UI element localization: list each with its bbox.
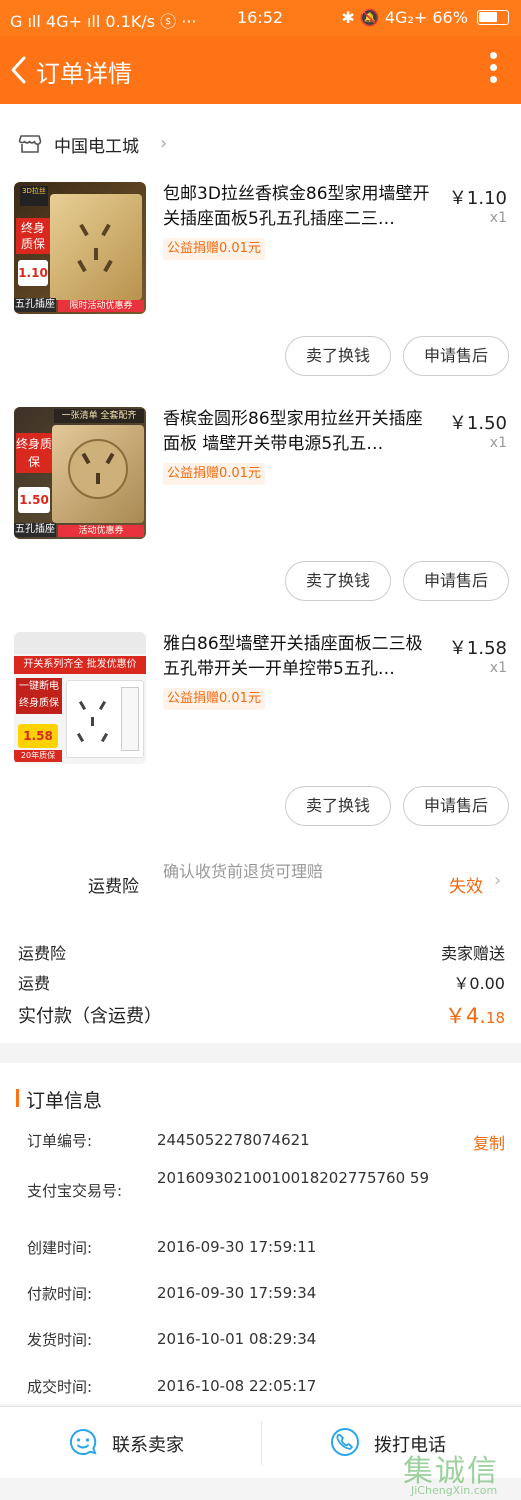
divider [261,1421,262,1465]
summary-insurance: 运费险 卖家赠送 [18,940,505,964]
shop-name: 中国电工城 [54,137,139,157]
socket-plate [52,425,144,523]
socket-plate [66,680,144,758]
coupon-tag: 20年质保 [14,750,62,762]
sell-button[interactable]: 卖了换钱 [285,561,391,601]
summary-shipping-value: ￥0.00 [453,974,505,993]
paid-time: 2016-09-30 17:59:34 [157,1284,317,1302]
order-item[interactable]: 开关系列齐全 批发优惠价 一键断电 终身质保 1.58 20年质保 雅白86型墙… [0,632,521,857]
summary-shipping: 运费 ￥0.00 [18,970,505,994]
alipay-trade-number: 20160930210010018202775760 59 [157,1169,429,1187]
order-info-label: 支付宝交易号: [27,1182,123,1200]
product-tag: 五孔插座 [14,298,56,312]
product-name[interactable]: 香槟金圆形86型家用拉丝开关插座面板 墙壁开关带电源5孔五… [163,407,439,459]
watermark-en: JiChengXin.com [411,1484,498,1497]
summary-insurance-value: 卖家赠送 [440,944,505,963]
product-image[interactable]: 3D拉丝 终身质保 1.10 五孔插座 限时活动优惠券 [14,182,146,314]
shipping-insurance-row[interactable]: 运费险 确认收货前退货可理赔 失效 › [0,856,521,912]
watermark: 集诚信 JiChengXin.com [403,1446,521,1500]
order-info-label: 发货时间: [27,1331,93,1349]
shop-icon [18,135,42,153]
status-time: 16:52 [237,8,284,27]
back-arrow-icon[interactable] [6,52,32,88]
product-name[interactable]: 包邮3D拉丝香槟金86型家用墙壁开关插座面板5孔五孔插座二三… [163,182,439,234]
badge: 终身质保 [16,218,50,254]
product-price: ￥1.50 [448,413,507,434]
switch-strip [14,632,146,654]
product-price: ￥1.58 [448,638,507,659]
total-label: 实付款（含运费） [18,1006,162,1027]
after-sales-button[interactable]: 申请售后 [403,786,509,826]
brand-tag: 3D拉丝 [20,186,48,206]
copy-button[interactable]: 复制 [473,1130,505,1154]
order-content: 中国电工城 › 3D拉丝 终身质保 1.10 五孔插座 限时活动优惠券 包邮3D… [0,104,521,1404]
insurance-label: 运费险 [88,877,139,897]
summary-total: 实付款（含运费） ￥4.18 [18,1002,505,1028]
status-left: G ıll 4G+ ıll 0.1K/s ⓢ ··· [10,12,197,31]
order-info-label: 创建时间: [27,1239,93,1257]
summary-shipping-label: 运费 [18,974,51,993]
battery-icon [477,10,509,25]
promo-price: 1.50 [18,487,50,513]
order-info-title: 订单信息 [26,1090,103,1112]
status-right: ✱ 🔕 4G₂+ 66% [341,8,509,27]
promo-price: 1.10 [18,260,48,286]
order-info-label: 成交时间: [27,1378,93,1396]
badge: 终身质保 [16,433,52,473]
status-indicators: ✱ 🔕 4G₂+ 66% [341,8,468,27]
heading-accent-bar [16,1089,19,1107]
product-tag: 一键断电 终身质保 [16,678,62,714]
status-bar: G ıll 4G+ ıll 0.1K/s ⓢ ··· 16:52 ✱ 🔕 4G₂… [0,0,521,36]
order-info-label: 付款时间: [27,1285,93,1303]
deal-time: 2016-10-08 22:05:17 [157,1377,317,1395]
sell-button[interactable]: 卖了换钱 [285,336,391,376]
total-currency: ￥ [444,1004,466,1028]
after-sales-button[interactable]: 申请售后 [403,561,509,601]
banner-tag: 一张清单 全套配齐 [54,409,144,423]
promo-price: 1.58 [18,724,58,748]
created-time: 2016-09-30 17:59:11 [157,1238,317,1256]
phone-icon [331,1428,359,1456]
insurance-status: 失效 [449,877,483,897]
donation-badge: 公益捐赠0.01元 [163,463,265,485]
order-info-label: 订单编号: [27,1132,93,1150]
contact-seller-button[interactable]: 联系卖家 [68,1423,218,1463]
total-amount: ￥4.18 [445,1000,505,1030]
order-item[interactable]: 一张清单 全套配齐 终身质保 1.50 五孔插座 活动优惠券 香槟金圆形86型家… [0,407,521,632]
product-qty: x1 [489,435,507,451]
product-name[interactable]: 雅白86型墙壁开关插座面板二三极五孔带开关一开单控带5五孔… [163,632,439,684]
donation-badge: 公益捐赠0.01元 [163,688,265,710]
summary-insurance-label: 运费险 [18,944,67,963]
sell-button[interactable]: 卖了换钱 [285,786,391,826]
insurance-desc: 确认收货前退货可理赔 [163,862,324,881]
shipped-time: 2016-10-01 08:29:34 [157,1330,317,1348]
product-image[interactable]: 一张清单 全套配齐 终身质保 1.50 五孔插座 活动优惠券 [14,407,146,539]
order-item[interactable]: 3D拉丝 终身质保 1.10 五孔插座 限时活动优惠券 包邮3D拉丝香槟金86型… [0,182,521,407]
order-number: 2445052278074621 [157,1131,310,1149]
more-menu-icon[interactable] [487,48,499,94]
page-title: 订单详情 [36,60,132,88]
badge: 开关系列齐全 批发优惠价 [14,656,146,674]
chevron-right-icon: › [494,870,502,891]
total-integer: 4. [465,1004,486,1028]
chevron-right-icon: › [160,133,168,154]
coupon-tag: 限时活动优惠券 [58,300,144,312]
donation-badge: 公益捐赠0.01元 [163,238,265,260]
after-sales-button[interactable]: 申请售后 [403,336,509,376]
socket-plate [50,194,142,300]
total-decimal: 18 [485,1009,505,1027]
chat-face-icon [69,1428,97,1455]
title-bar: 订单详情 [0,36,521,104]
product-image[interactable]: 开关系列齐全 批发优惠价 一键断电 终身质保 1.58 20年质保 [14,632,146,764]
coupon-tag: 活动优惠券 [58,525,144,537]
section-gap [0,1043,521,1063]
product-qty: x1 [489,210,507,226]
contact-seller-label: 联系卖家 [112,1435,184,1456]
product-tag: 五孔插座 [14,523,56,537]
product-price: ￥1.10 [448,188,507,209]
product-qty: x1 [489,660,507,676]
